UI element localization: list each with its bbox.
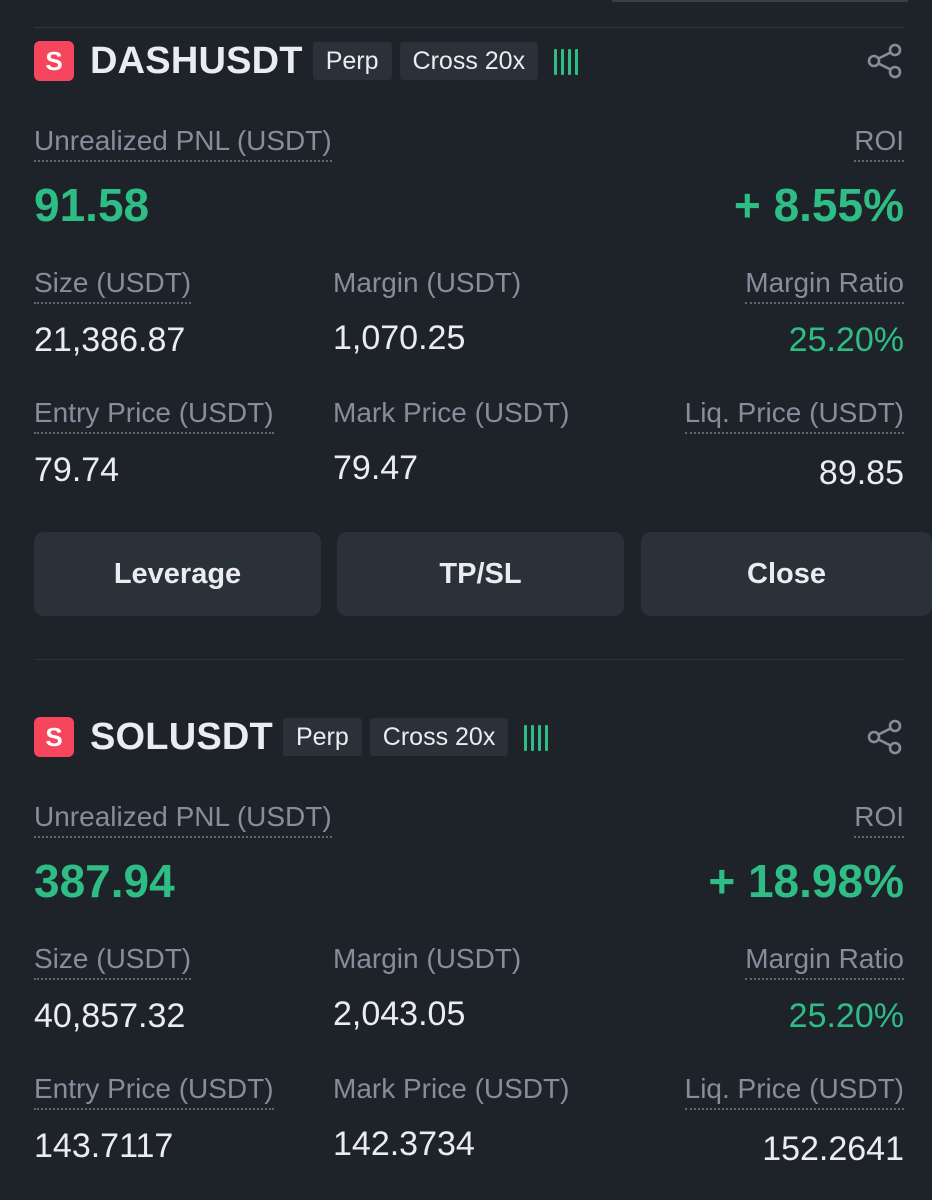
top-edge-bar: [612, 0, 908, 2]
margin-label: Margin (USDT): [333, 943, 522, 974]
mark-price-label: Mark Price (USDT): [333, 1073, 570, 1104]
margin-value: 1,070.25: [333, 319, 466, 357]
entry-price-value: 79.74: [34, 451, 120, 489]
margin-value: 2,043.05: [333, 995, 466, 1033]
size-value: 40,857.32: [34, 997, 186, 1035]
short-side-badge: S: [34, 41, 74, 81]
liq-price-value: 152.2641: [762, 1130, 904, 1168]
mark-price-label: Mark Price (USDT): [333, 397, 570, 428]
contract-type-tag: Perp: [312, 42, 392, 80]
entry-price-label[interactable]: Entry Price (USDT): [34, 398, 274, 434]
liq-price-label[interactable]: Liq. Price (USDT): [684, 398, 904, 434]
adl-bar: [561, 49, 565, 75]
margin-ratio-label[interactable]: Margin Ratio: [745, 268, 904, 304]
tpsl-button[interactable]: TP/SL: [337, 532, 624, 616]
entry-price-label[interactable]: Entry Price (USDT): [34, 1074, 274, 1110]
adl-indicator-icon: [554, 47, 579, 75]
entry-price-value: 143.7117: [34, 1127, 174, 1165]
roi-label[interactable]: ROI: [854, 802, 904, 838]
liq-price-label[interactable]: Liq. Price (USDT): [684, 1074, 904, 1110]
adl-bar: [545, 725, 549, 751]
adl-bar: [554, 49, 558, 75]
margin-mode-tag[interactable]: Cross 20x: [399, 42, 539, 80]
margin-ratio-value: 25.20%: [788, 321, 904, 359]
adl-bar: [568, 49, 572, 75]
unrealized-pnl-value: 387.94: [34, 855, 175, 907]
symbol-name[interactable]: SOLUSDT: [90, 716, 273, 759]
unrealized-pnl-label[interactable]: Unrealized PNL (USDT): [34, 126, 332, 162]
top-divider: [34, 27, 904, 28]
roi-value: + 18.98%: [708, 855, 904, 907]
position-header: S DASHUSDT Perp Cross 20x: [34, 38, 904, 84]
roi-value: + 8.55%: [733, 179, 904, 231]
adl-bar: [524, 725, 528, 751]
symbol-name[interactable]: DASHUSDT: [90, 40, 303, 83]
adl-bar: [538, 725, 542, 751]
size-value: 21,386.87: [34, 321, 186, 359]
mark-price-value: 142.3734: [333, 1125, 475, 1163]
liq-price-value: 89.85: [818, 454, 904, 492]
position-action-buttons: Leverage TP/SL Close: [34, 532, 932, 616]
close-position-button[interactable]: Close: [641, 532, 932, 616]
mark-price-value: 79.47: [333, 449, 419, 487]
margin-ratio-value: 25.20%: [788, 997, 904, 1035]
size-label[interactable]: Size (USDT): [34, 268, 192, 304]
adl-indicator-icon: [524, 723, 549, 751]
size-label[interactable]: Size (USDT): [34, 944, 192, 980]
roi-label[interactable]: ROI: [854, 126, 904, 162]
margin-label: Margin (USDT): [333, 267, 522, 298]
unrealized-pnl-label[interactable]: Unrealized PNL (USDT): [34, 802, 332, 838]
margin-ratio-label[interactable]: Margin Ratio: [745, 944, 904, 980]
unrealized-pnl-value: 91.58: [34, 179, 150, 231]
share-icon[interactable]: [866, 718, 904, 756]
adl-bar: [575, 49, 579, 75]
margin-mode-tag[interactable]: Cross 20x: [369, 718, 509, 756]
contract-type-tag: Perp: [282, 718, 362, 756]
leverage-button[interactable]: Leverage: [34, 532, 321, 616]
section-divider: [34, 659, 904, 660]
share-icon[interactable]: [866, 42, 904, 80]
short-side-badge: S: [34, 717, 74, 757]
adl-bar: [531, 725, 535, 751]
position-header: S SOLUSDT Perp Cross 20x: [34, 714, 904, 760]
